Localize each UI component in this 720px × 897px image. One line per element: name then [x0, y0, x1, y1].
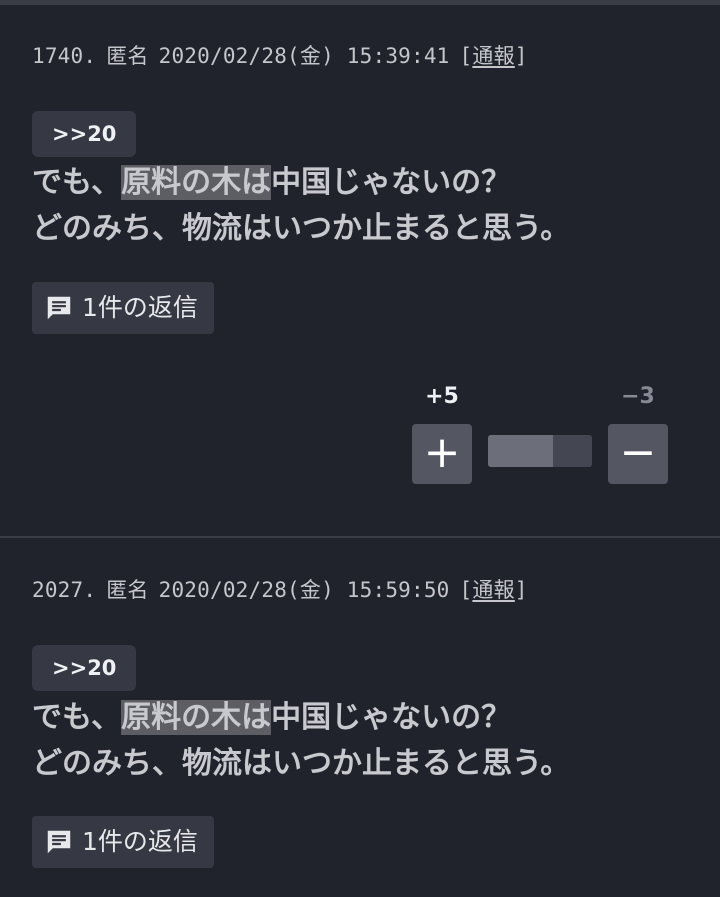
highlighted-keyword: 原料の木は	[121, 700, 272, 735]
body-text-pre: でも、	[32, 700, 122, 735]
downvote-button[interactable]: −	[608, 424, 668, 484]
upvote-count: +5	[425, 384, 459, 409]
highlighted-keyword: 原料の木は	[121, 165, 272, 200]
report-link[interactable]: 通報	[472, 574, 514, 604]
comment-datetime: 2020/02/28(金) 15:59:50	[158, 578, 450, 602]
comment-body: でも、原料の木は中国じゃないの？ どのみち、物流はいつか止まると思う。	[32, 695, 692, 787]
comment-1740: 1740. 匿名 2020/02/28(金) 15:39:41 [通報] >>20 で…	[0, 0, 720, 536]
body-text-pre: でも、	[32, 165, 122, 200]
replies-button[interactable]: 1件の返信	[32, 816, 214, 868]
report-link[interactable]: 通報	[472, 40, 514, 70]
comment-number: 1740.	[32, 44, 97, 68]
comment-icon	[44, 293, 74, 323]
report-bracket-open: [	[459, 578, 473, 602]
comment-2027: 2027. 匿名 2020/02/28(金) 15:59:50 [通報] >>20 で…	[0, 538, 720, 897]
comment-number: 2027.	[32, 578, 97, 602]
comment-body-line-1: でも、原料の木は中国じゃないの？	[32, 160, 692, 206]
upvote-button[interactable]: +	[412, 424, 472, 484]
comment-meta: 2027. 匿名 2020/02/28(金) 15:59:50 [通報]	[32, 574, 528, 604]
comment-meta: 1740. 匿名 2020/02/28(金) 15:39:41 [通報]	[32, 40, 528, 70]
body-text-post: 中国じゃないの？	[271, 700, 512, 735]
body-text-post: 中国じゃないの？	[271, 165, 512, 200]
comment-datetime: 2020/02/28(金) 15:39:41	[158, 44, 450, 68]
report-bracket-open: [	[459, 44, 473, 68]
comment-body: でも、原料の木は中国じゃないの？ どのみち、物流はいつか止まると思う。	[32, 160, 692, 252]
reply-anchor-link[interactable]: >>20	[32, 111, 137, 157]
comment-icon	[44, 827, 74, 857]
comment-body-line-1: でも、原料の木は中国じゃないの？	[32, 695, 692, 741]
vote-ratio-bar	[488, 435, 592, 467]
report-bracket-close: ]	[514, 44, 528, 68]
comment-body-line-2: どのみち、物流はいつか止まると思う。	[32, 746, 571, 781]
report-bracket-close: ]	[514, 578, 528, 602]
replies-button[interactable]: 1件の返信	[32, 282, 214, 334]
comment-body-line-2: どのみち、物流はいつか止まると思う。	[32, 211, 571, 246]
replies-label: 1件の返信	[82, 293, 198, 322]
comment-author: 匿名	[106, 578, 149, 602]
comment-author: 匿名	[106, 44, 149, 68]
reply-anchor-link[interactable]: >>20	[32, 645, 137, 691]
replies-label: 1件の返信	[82, 827, 198, 856]
vote-ratio-fill	[488, 435, 553, 467]
downvote-count: −3	[621, 384, 655, 409]
